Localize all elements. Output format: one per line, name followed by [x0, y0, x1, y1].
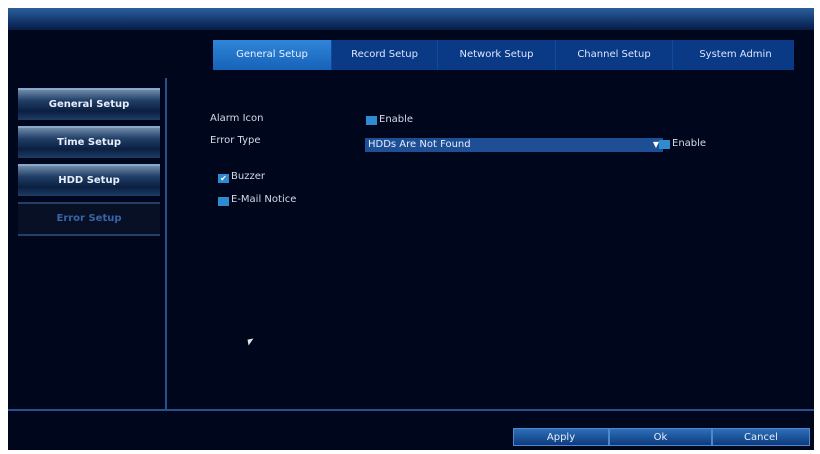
- sidebar-item-error-setup[interactable]: Error Setup: [18, 202, 160, 236]
- error-type-label: Error Type: [210, 135, 261, 146]
- error-type-value: HDDs Are Not Found: [368, 139, 471, 150]
- error-type-enable-checkbox[interactable]: [659, 140, 670, 149]
- apply-button[interactable]: Apply: [513, 428, 609, 446]
- tab-general-setup[interactable]: General Setup: [213, 40, 332, 70]
- ok-button[interactable]: Ok: [609, 428, 712, 446]
- alarm-icon-enable-label: Enable: [379, 114, 414, 125]
- dvr-screen: General Setup Record Setup Network Setup…: [8, 8, 814, 450]
- error-type-select[interactable]: HDDs Are Not Found ▼: [365, 138, 663, 152]
- buzzer-label: Buzzer: [231, 171, 265, 182]
- alarm-icon-label: Alarm Icon: [210, 113, 264, 124]
- cancel-button[interactable]: Cancel: [712, 428, 810, 446]
- sidebar-item-time-setup[interactable]: Time Setup: [18, 126, 160, 158]
- buzzer-checkbox[interactable]: ✔: [218, 174, 229, 183]
- sidebar: General Setup Time Setup HDD Setup Error…: [8, 78, 167, 411]
- alarm-icon-enable-checkbox[interactable]: [366, 116, 377, 125]
- sidebar-item-hdd-setup[interactable]: HDD Setup: [18, 164, 160, 196]
- error-type-enable-label: Enable: [672, 138, 707, 149]
- tab-record-setup[interactable]: Record Setup: [332, 40, 438, 70]
- main-tabs: General Setup Record Setup Network Setup…: [213, 40, 794, 70]
- mouse-cursor-icon: [247, 338, 255, 346]
- top-title-bar: [8, 8, 814, 30]
- tab-system-admin[interactable]: System Admin: [673, 40, 798, 70]
- email-notice-checkbox[interactable]: [218, 197, 229, 206]
- tab-channel-setup[interactable]: Channel Setup: [556, 40, 673, 70]
- footer-divider: [8, 409, 814, 411]
- tab-network-setup[interactable]: Network Setup: [438, 40, 556, 70]
- email-notice-label: E-Mail Notice: [231, 194, 297, 205]
- sidebar-item-general-setup[interactable]: General Setup: [18, 88, 160, 120]
